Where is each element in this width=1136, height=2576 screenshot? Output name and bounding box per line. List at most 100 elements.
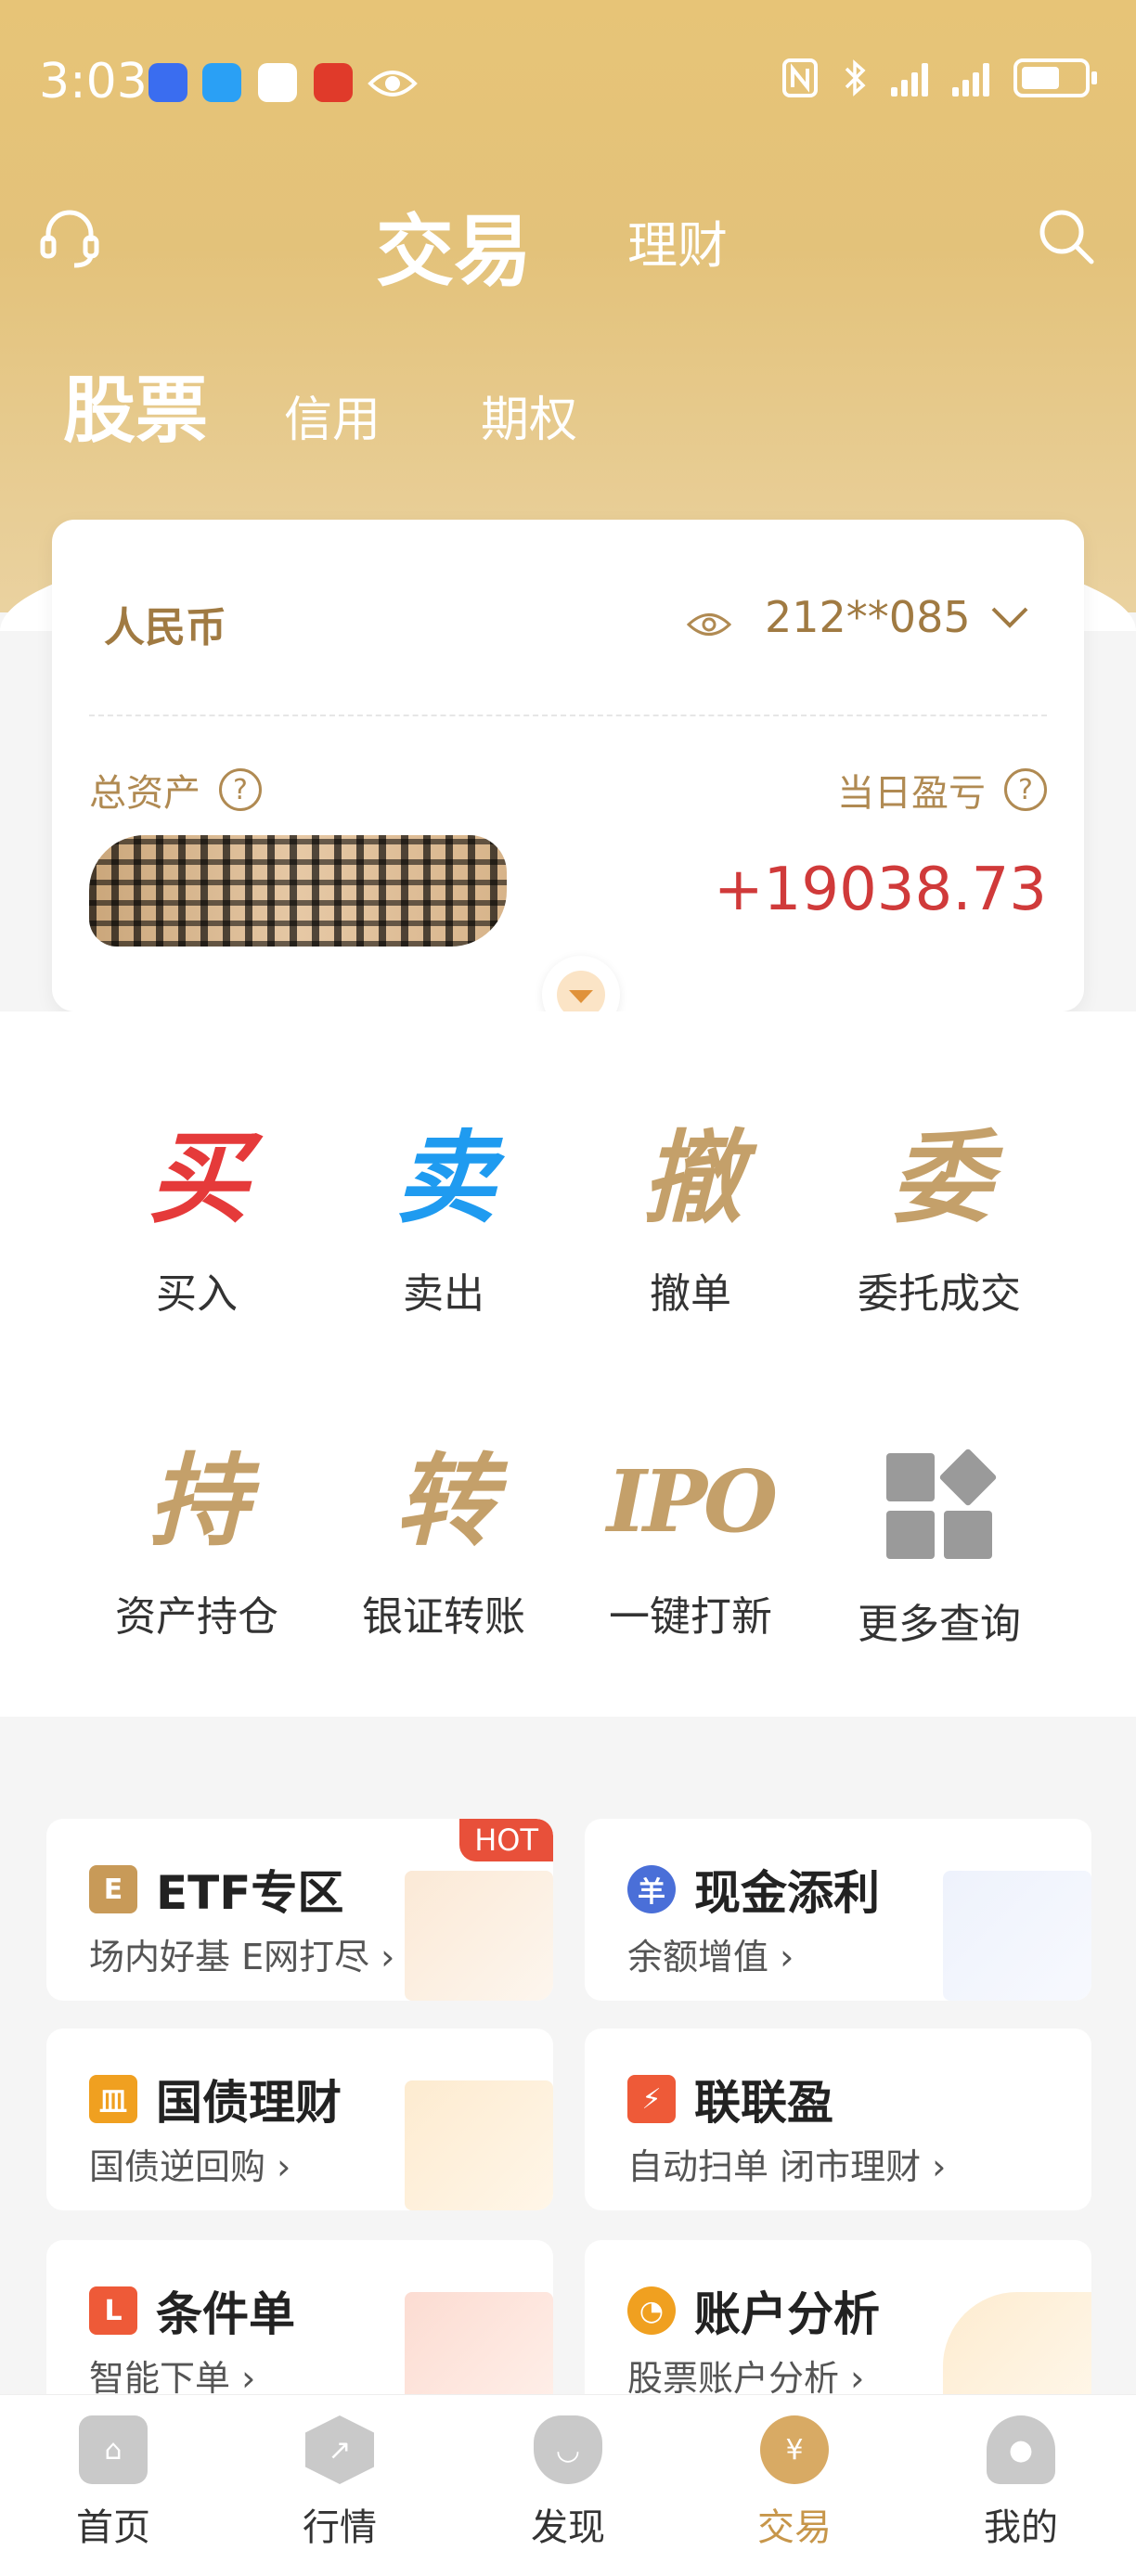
- cancel-order-action[interactable]: 撤 撤单: [579, 1123, 802, 1320]
- conditional-order-icon: L: [89, 2286, 137, 2335]
- notification-message-icon: [202, 63, 241, 102]
- discover-icon: ◡: [534, 2415, 602, 2484]
- transfer-label: 银证转账: [362, 1593, 525, 1641]
- feature-card-lianlianying[interactable]: ⚡ 联联盈 自动扫单 闭市理财 ›: [585, 2029, 1091, 2210]
- feature-title: 现金添利: [694, 1866, 880, 1920]
- tab-wealth[interactable]: 理财: [627, 204, 728, 277]
- tab-label: 发现: [531, 2506, 605, 2549]
- total-assets-label-group: 总资产 ?: [89, 763, 262, 817]
- tab-home[interactable]: ⌂ 首页: [39, 2415, 187, 2551]
- transfer-icon: 转: [394, 1443, 496, 1560]
- total-assets-value-redacted: [89, 835, 507, 947]
- feature-subtitle: 场内好基 E网打尽 ›: [89, 1937, 395, 1977]
- status-right-group: [781, 58, 1097, 98]
- tab-label: 我的: [984, 2506, 1058, 2549]
- top-navigation: 交易 理财: [0, 186, 1136, 297]
- daily-pnl-label: 当日盈亏: [837, 772, 986, 815]
- help-icon[interactable]: ?: [1004, 768, 1047, 811]
- feature-title: 联联盈: [694, 2076, 833, 2130]
- feature-card-bond[interactable]: 皿国债理财 国债逆回购 ›: [46, 2029, 553, 2210]
- sub-tab-credit[interactable]: 信用: [284, 380, 381, 450]
- more-query-action[interactable]: 更多查询: [828, 1446, 1051, 1650]
- account-number[interactable]: 212**085: [765, 592, 971, 642]
- bottom-tab-bar: ⌂ 首页 ↗ 行情 ◡ 发现 ¥ 交易 ● 我的: [0, 2394, 1136, 2576]
- profile-icon: ●: [987, 2415, 1055, 2484]
- orders-icon: 委: [890, 1120, 991, 1237]
- buy-label: 买入: [156, 1270, 238, 1318]
- cancel-order-icon: 撤: [641, 1120, 742, 1237]
- currency-label: 人民币: [104, 604, 226, 651]
- feature-title: 条件单: [156, 2287, 295, 2341]
- etf-icon: E: [89, 1865, 137, 1913]
- tab-label: 首页: [76, 2506, 150, 2549]
- feature-card-etf[interactable]: E ETF专区 场内好基 E网打尽 › HOT: [46, 1819, 553, 2001]
- ipo-label: 一键打新: [609, 1593, 772, 1641]
- feature-title: ETF专区: [156, 1866, 344, 1920]
- cash-watermark-icon: [943, 1871, 1091, 2001]
- cash-icon: 羊: [627, 1865, 676, 1913]
- sub-tab-options[interactable]: 期权: [481, 380, 577, 450]
- quick-actions-grid: 买 买入 卖 卖出 撤 撤单 委 委托成交 持 资产持仓 转 银证转账 IPO …: [0, 1067, 1136, 1717]
- battery-icon: [1013, 58, 1097, 97]
- sell-action[interactable]: 卖 卖出: [332, 1123, 555, 1320]
- eye-icon[interactable]: [687, 611, 731, 638]
- feature-subtitle: 国债逆回购 ›: [89, 2146, 291, 2187]
- ipo-icon: IPO: [606, 1451, 778, 1552]
- status-time: 3:03: [39, 54, 148, 109]
- buy-action[interactable]: 买 买入: [85, 1123, 308, 1320]
- tab-trade-bottom[interactable]: ¥ 交易: [720, 2415, 869, 2551]
- transfer-action[interactable]: 转 银证转账: [332, 1446, 555, 1642]
- feature-card-cash[interactable]: 羊现金添利 余额增值 ›: [585, 1819, 1091, 2001]
- feature-subtitle: 智能下单 ›: [89, 2358, 256, 2399]
- bond-icon: 皿: [89, 2075, 137, 2123]
- sell-icon: 卖: [394, 1120, 496, 1237]
- notification-app-icon: [258, 63, 297, 102]
- caret-down-icon: [569, 990, 593, 1003]
- signal-icon: [891, 59, 928, 97]
- sub-tabs: 股票 信用 期权: [0, 353, 1136, 453]
- orders-label: 委托成交: [858, 1270, 1021, 1318]
- tab-market[interactable]: ↗ 行情: [265, 2415, 414, 2551]
- feature-title: 国债理财: [156, 2076, 342, 2130]
- feature-subtitle: 股票账户分析 ›: [627, 2358, 865, 2399]
- total-assets-label: 总资产: [89, 772, 200, 815]
- divider: [89, 715, 1047, 716]
- nfc-icon: [782, 58, 818, 97]
- tab-trade[interactable]: 交易: [376, 189, 532, 302]
- ipo-action[interactable]: IPO 一键打新: [579, 1446, 802, 1642]
- signal-icon: [952, 59, 989, 97]
- etf-watermark-icon: [405, 1871, 553, 2001]
- lightning-icon: ⚡: [627, 2075, 676, 2123]
- tab-label: 交易: [757, 2506, 832, 2549]
- sub-tab-stock[interactable]: 股票: [63, 353, 208, 457]
- holdings-action[interactable]: 持 资产持仓: [85, 1446, 308, 1642]
- market-icon: ↗: [305, 2415, 374, 2484]
- search-icon[interactable]: [1034, 204, 1099, 269]
- pie-chart-icon: ◔: [627, 2286, 676, 2335]
- more-query-label: 更多查询: [858, 1601, 1021, 1648]
- grid-icon: [886, 1448, 998, 1559]
- feature-subtitle: 自动扫单 闭市理财 ›: [627, 2146, 947, 2187]
- feature-title: 账户分析: [694, 2287, 880, 2341]
- daily-pnl-label-group: 当日盈亏 ?: [837, 763, 1047, 817]
- orders-action[interactable]: 委 委托成交: [828, 1123, 1051, 1320]
- bluetooth-icon: [845, 59, 866, 97]
- holdings-label: 资产持仓: [115, 1593, 278, 1641]
- feature-subtitle: 余额增值 ›: [627, 1937, 794, 1977]
- tab-profile[interactable]: ● 我的: [947, 2415, 1095, 2551]
- headset-icon[interactable]: [37, 206, 102, 271]
- buy-icon: 买: [148, 1120, 249, 1237]
- hot-badge: HOT: [459, 1819, 553, 1861]
- tab-label: 行情: [303, 2506, 377, 2549]
- holdings-icon: 持: [148, 1443, 249, 1560]
- account-card: 人民币 212**085 总资产 ? 当日盈亏 ? +19038.73: [52, 520, 1084, 1034]
- home-icon: ⌂: [79, 2415, 148, 2484]
- notification-app-icon: [148, 63, 187, 102]
- help-icon[interactable]: ?: [219, 768, 262, 811]
- chevron-down-icon[interactable]: [989, 603, 1030, 631]
- trade-icon: ¥: [760, 2415, 829, 2484]
- eye-status-icon: [368, 71, 418, 97]
- tab-discover[interactable]: ◡ 发现: [494, 2415, 642, 2551]
- status-bar: 3:03: [0, 0, 1136, 167]
- bond-watermark-icon: [405, 2080, 553, 2210]
